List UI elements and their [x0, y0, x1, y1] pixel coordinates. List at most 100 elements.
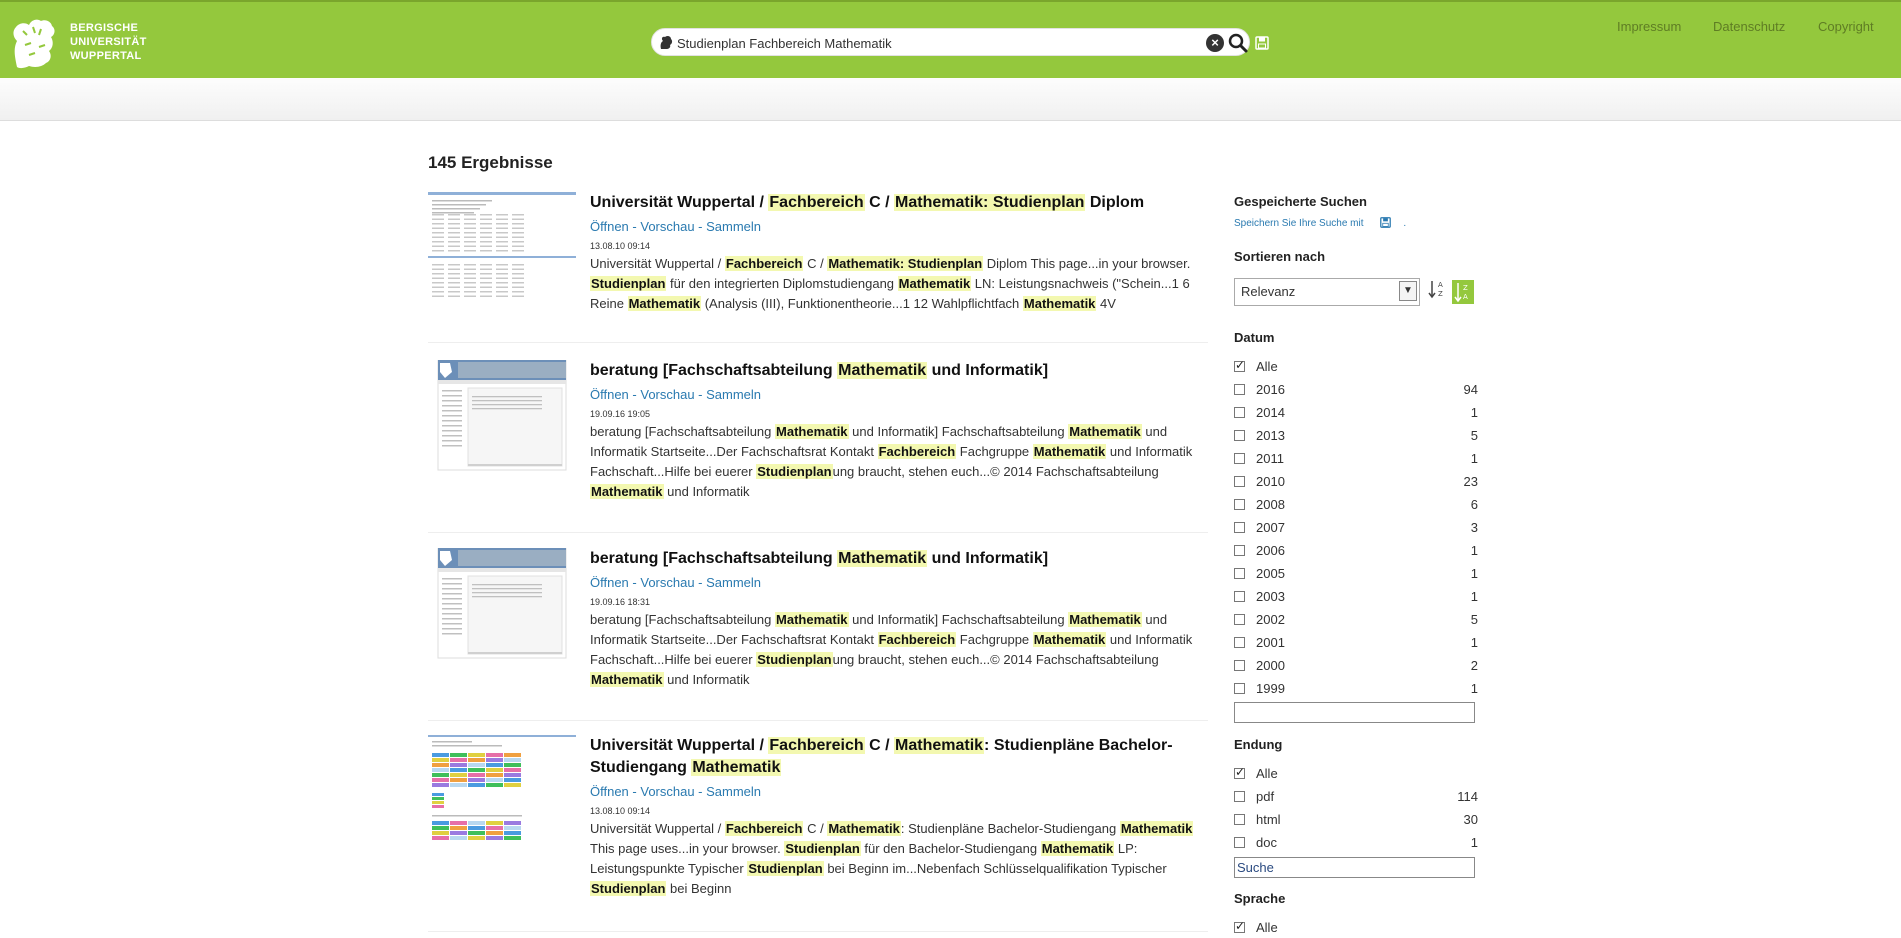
open-link[interactable]: Öffnen	[590, 387, 629, 402]
facet-count: 1	[1470, 589, 1478, 604]
preview-link[interactable]: Vorschau	[640, 387, 694, 402]
extension-facet-doc[interactable]: doc 1	[1234, 835, 1478, 853]
checkbox[interactable]	[1234, 660, 1245, 671]
checkbox[interactable]	[1234, 476, 1245, 487]
checkbox[interactable]	[1234, 430, 1245, 441]
sort-descending-icon[interactable]: Z A	[1452, 280, 1474, 304]
date-facet-2001[interactable]: 2001 1	[1234, 635, 1478, 653]
search-term-highlight: Mathematik	[775, 612, 849, 627]
sort-select-value: Relevanz	[1241, 284, 1296, 299]
facet-count: 5	[1470, 612, 1478, 627]
checkbox[interactable]	[1234, 919, 1245, 933]
date-facet-2016[interactable]: 2016 94	[1234, 382, 1478, 400]
checkbox[interactable]	[1234, 384, 1245, 395]
save-search-link[interactable]: Speichern Sie Ihre Suche mit	[1234, 218, 1364, 229]
search-lion-icon	[660, 35, 673, 49]
facet-count: 6	[1470, 497, 1478, 512]
floppy-disk-icon[interactable]	[1380, 217, 1391, 228]
result-thumbnail[interactable]	[428, 735, 576, 850]
result-snippet: Universität Wuppertal / Fachbereich C / …	[590, 821, 1194, 896]
extension-filter-input[interactable]	[1234, 857, 1475, 878]
date-facet-2002[interactable]: 2002 5	[1234, 612, 1478, 630]
collect-link[interactable]: Sammeln	[706, 387, 761, 402]
checkbox[interactable]	[1234, 522, 1245, 533]
checkbox[interactable]	[1234, 407, 1245, 418]
save-search-icon[interactable]	[1255, 36, 1269, 50]
result-title-link[interactable]: beratung [Fachschaftsabteilung Mathemati…	[590, 548, 1208, 570]
facet-label: 2000	[1256, 658, 1285, 673]
university-name[interactable]: BERGISCHE UNIVERSITÄT WUPPERTAL	[70, 21, 147, 63]
checkbox[interactable]	[1234, 765, 1245, 779]
language-facet-alle[interactable]: Alle	[1234, 919, 1478, 938]
university-lion-logo-icon[interactable]	[9, 17, 57, 69]
facet-label: 2003	[1256, 589, 1285, 604]
checkbox[interactable]	[1234, 814, 1245, 825]
facet-label: Alle	[1256, 359, 1278, 374]
facet-count: 94	[1463, 382, 1478, 397]
result-date: 19.09.16 19:05	[590, 409, 651, 419]
sort-ascending-icon[interactable]: A Z	[1428, 279, 1446, 299]
extension-facet-pdf[interactable]: pdf 114	[1234, 789, 1478, 807]
date-facet-2010[interactable]: 2010 23	[1234, 474, 1478, 492]
facet-label: 2014	[1256, 405, 1285, 420]
facet-label: 2007	[1256, 520, 1285, 535]
result-title-link[interactable]: Universität Wuppertal / Fachbereich C / …	[590, 735, 1208, 779]
preview-link[interactable]: Vorschau	[640, 575, 694, 590]
collect-link[interactable]: Sammeln	[706, 784, 761, 799]
checkbox[interactable]	[1234, 453, 1245, 464]
date-facet-2005[interactable]: 2005 1	[1234, 566, 1478, 584]
open-link[interactable]: Öffnen	[590, 575, 629, 590]
checkbox[interactable]	[1234, 683, 1245, 694]
search-input[interactable]	[677, 33, 1157, 53]
date-facet-2003[interactable]: 2003 1	[1234, 589, 1478, 607]
checkbox[interactable]	[1234, 499, 1245, 510]
search-button[interactable]	[1227, 32, 1249, 54]
extension-facet-html[interactable]: html 30	[1234, 812, 1478, 830]
search-term-highlight: Mathematik	[894, 737, 985, 754]
date-facet-2014[interactable]: 2014 1	[1234, 405, 1478, 423]
preview-link[interactable]: Vorschau	[640, 784, 694, 799]
clear-search-button[interactable]: ×	[1206, 34, 1224, 52]
date-facet-2011[interactable]: 2011 1	[1234, 451, 1478, 469]
checkbox[interactable]	[1234, 837, 1245, 848]
nav-impressum[interactable]: Impressum	[1617, 19, 1681, 34]
checkbox[interactable]	[1234, 614, 1245, 625]
result-thumbnail[interactable]	[428, 192, 576, 307]
extension-facet-alle[interactable]: Alle	[1234, 765, 1478, 784]
open-link[interactable]: Öffnen	[590, 219, 629, 234]
facet-label: 2005	[1256, 566, 1285, 581]
checkbox[interactable]	[1234, 358, 1245, 372]
checkbox[interactable]	[1234, 545, 1245, 556]
date-facet-alle[interactable]: Alle	[1234, 358, 1478, 377]
nav-copyright[interactable]: Copyright	[1818, 19, 1874, 34]
date-filter-input[interactable]	[1234, 702, 1475, 723]
date-facet-2008[interactable]: 2008 6	[1234, 497, 1478, 515]
collect-link[interactable]: Sammeln	[706, 219, 761, 234]
saved-searches-section: Gespeicherte Suchen Speichern Sie Ihre S…	[1234, 194, 1479, 231]
result-thumbnail[interactable]	[428, 359, 576, 475]
checkbox[interactable]	[1234, 791, 1245, 802]
result-thumbnail[interactable]	[428, 547, 576, 663]
checkbox[interactable]	[1234, 637, 1245, 648]
checkbox[interactable]	[1234, 568, 1245, 579]
collect-link[interactable]: Sammeln	[706, 575, 761, 590]
svg-text:A: A	[1438, 281, 1443, 289]
open-link[interactable]: Öffnen	[590, 784, 629, 799]
facet-label: Alle	[1256, 766, 1278, 781]
nav-datenschutz[interactable]: Datenschutz	[1713, 19, 1785, 34]
date-facet-2007[interactable]: 2007 3	[1234, 520, 1478, 538]
svg-text:Z: Z	[1463, 284, 1468, 292]
date-facet-2000[interactable]: 2000 2	[1234, 658, 1478, 676]
facet-label: html	[1256, 812, 1281, 827]
result-title-link[interactable]: Universität Wuppertal / Fachbereich C / …	[590, 192, 1208, 214]
checkbox[interactable]	[1234, 591, 1245, 602]
sort-select[interactable]: Relevanz ▼	[1234, 278, 1420, 306]
date-facet-2013[interactable]: 2013 5	[1234, 428, 1478, 446]
facet-count: 3	[1470, 520, 1478, 535]
date-facet-2006[interactable]: 2006 1	[1234, 543, 1478, 561]
date-facet-1999[interactable]: 1999 1	[1234, 681, 1478, 699]
search-result: Universität Wuppertal / Fachbereich C / …	[428, 735, 1208, 932]
result-title-link[interactable]: beratung [Fachschaftsabteilung Mathemati…	[590, 360, 1208, 382]
preview-link[interactable]: Vorschau	[640, 219, 694, 234]
search-term-highlight: Studienplan	[590, 276, 667, 291]
